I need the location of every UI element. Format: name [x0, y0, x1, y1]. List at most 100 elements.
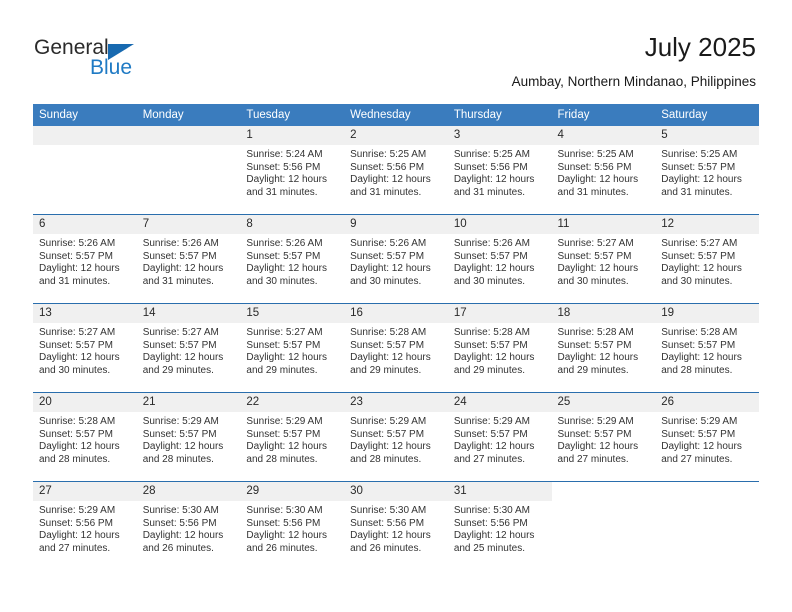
day-info: Sunrise: 5:28 AM Sunset: 5:57 PM Daylight:…: [33, 412, 137, 466]
daylight-text-line2: and 29 minutes.: [246, 364, 318, 376]
day-cell-25: 25 Sunrise: 5:29 AM Sunset: 5:57 PM Dayligh…: [551, 393, 656, 481]
sunset-text: Sunset: 5:57 PM: [142, 339, 217, 351]
calendar-cell[interactable]: 9 Sunrise: 5:26 AM Sunset: 5:57 PM Daylight…: [344, 215, 448, 304]
calendar-cell[interactable]: 19 Sunrise: 5:28 AM Sunset: 5:57 PM Dayligh…: [655, 304, 759, 393]
calendar-cell[interactable]: 10 Sunrise: 5:26 AM Sunset: 5:57 PM Dayligh…: [447, 215, 552, 304]
sunrise-text: Sunrise: 5:30 AM: [246, 505, 323, 516]
calendar-cell[interactable]: 31 Sunrise: 5:30 AM Sunset: 5:56 PM Dayligh…: [447, 482, 552, 571]
calendar-cell[interactable]: 26 Sunrise: 5:29 AM Sunset: 5:57 PM Dayligh…: [655, 393, 759, 482]
daylight-text-line1: Daylight: 12 hours: [142, 441, 224, 453]
calendar-body: 1 Sunrise: 5:24 AM Sunset: 5:56 PM Daylight…: [33, 126, 759, 570]
daylight-text-line1: Daylight: 12 hours: [39, 530, 120, 542]
calendar-cell[interactable]: [552, 482, 656, 571]
day-number: 29: [240, 482, 345, 501]
daylight-text-line2: and 31 minutes.: [557, 186, 629, 198]
day-cell-21: 21 Sunrise: 5:29 AM Sunset: 5:57 PM Dayligh…: [136, 393, 241, 481]
calendar-cell[interactable]: 1 Sunrise: 5:24 AM Sunset: 5:56 PM Daylight…: [240, 126, 345, 215]
calendar-cell[interactable]: 16 Sunrise: 5:28 AM Sunset: 5:57 PM Dayligh…: [344, 304, 448, 393]
calendar-cell[interactable]: 25 Sunrise: 5:29 AM Sunset: 5:57 PM Dayligh…: [551, 393, 656, 482]
calendar-cell[interactable]: 20 Sunrise: 5:28 AM Sunset: 5:57 PM Dayligh…: [33, 393, 137, 482]
day-number: 10: [447, 215, 552, 234]
day-info: Sunrise: 5:26 AM Sunset: 5:57 PM Daylight:…: [137, 234, 241, 288]
daylight-text-line2: and 29 minutes.: [557, 364, 629, 376]
calendar-cell[interactable]: 14 Sunrise: 5:27 AM Sunset: 5:57 PM Dayligh…: [136, 304, 241, 393]
sunset-text: Sunset: 5:57 PM: [142, 428, 217, 440]
day-number: 31: [447, 482, 552, 501]
calendar-cell[interactable]: 18 Sunrise: 5:28 AM Sunset: 5:57 PM Dayligh…: [551, 304, 656, 393]
day-number: 12: [655, 215, 759, 234]
day-cell-13: 13 Sunrise: 5:27 AM Sunset: 5:57 PM Dayligh…: [33, 304, 137, 392]
daylight-text-line2: and 31 minutes.: [350, 186, 422, 198]
calendar-cell[interactable]: 17 Sunrise: 5:28 AM Sunset: 5:57 PM Dayligh…: [447, 304, 552, 393]
sunset-text: Sunset: 5:57 PM: [350, 250, 425, 262]
calendar-cell[interactable]: 21 Sunrise: 5:29 AM Sunset: 5:57 PM Dayligh…: [136, 393, 241, 482]
daylight-text-line1: Daylight: 12 hours: [350, 352, 431, 364]
calendar-week-row: 27 Sunrise: 5:29 AM Sunset: 5:56 PM Dayligh…: [33, 481, 759, 571]
calendar-cell[interactable]: 15 Sunrise: 5:27 AM Sunset: 5:57 PM Dayligh…: [240, 304, 345, 393]
daylight-text-line2: and 27 minutes.: [39, 542, 111, 554]
daylight-text-line1: Daylight: 12 hours: [661, 174, 742, 186]
day-info: Sunrise: 5:30 AM Sunset: 5:56 PM Daylight:…: [240, 501, 344, 555]
daylight-text-line2: and 27 minutes.: [453, 453, 525, 465]
calendar-cell[interactable]: 27 Sunrise: 5:29 AM Sunset: 5:56 PM Dayligh…: [33, 482, 137, 571]
calendar-cell[interactable]: 3 Sunrise: 5:25 AM Sunset: 5:56 PM Daylight…: [447, 126, 552, 215]
day-number: 6: [33, 215, 137, 234]
calendar-header-row: Sunday Monday Tuesday Wednesday Thursday…: [33, 104, 759, 126]
day-info: Sunrise: 5:26 AM Sunset: 5:57 PM Daylight:…: [344, 234, 448, 288]
day-cell-3: 3 Sunrise: 5:25 AM Sunset: 5:56 PM Daylight…: [447, 126, 552, 214]
calendar-cell[interactable]: 4 Sunrise: 5:25 AM Sunset: 5:56 PM Daylight…: [551, 126, 656, 215]
calendar-cell[interactable]: [33, 126, 137, 215]
daylight-text-line2: and 27 minutes.: [557, 453, 629, 465]
day-number: 2: [344, 126, 448, 145]
daylight-text-line1: Daylight: 12 hours: [557, 174, 639, 186]
calendar-cell[interactable]: 23 Sunrise: 5:29 AM Sunset: 5:57 PM Dayligh…: [344, 393, 448, 482]
day-number: [33, 126, 137, 145]
sunset-text: Sunset: 5:57 PM: [661, 161, 736, 173]
day-info: Sunrise: 5:28 AM Sunset: 5:57 PM Daylight:…: [655, 323, 759, 377]
calendar-cell[interactable]: 5 Sunrise: 5:25 AM Sunset: 5:57 PM Daylight…: [655, 126, 759, 215]
daylight-text-line1: Daylight: 12 hours: [350, 530, 431, 542]
daylight-text-line2: and 25 minutes.: [453, 542, 525, 554]
day-number: 28: [136, 482, 241, 501]
sunrise-text: Sunrise: 5:27 AM: [557, 238, 634, 249]
calendar-cell[interactable]: 28 Sunrise: 5:30 AM Sunset: 5:56 PM Dayligh…: [136, 482, 241, 571]
weekday-header-friday: Friday: [551, 104, 656, 126]
daylight-text-line2: and 31 minutes.: [246, 186, 318, 198]
day-number: 23: [344, 393, 448, 412]
calendar-cell[interactable]: 6 Sunrise: 5:26 AM Sunset: 5:57 PM Daylight…: [33, 215, 137, 304]
sunset-text: Sunset: 5:56 PM: [246, 161, 321, 173]
daylight-text-line1: Daylight: 12 hours: [246, 530, 328, 542]
general-blue-logo[interactable]: General Blue: [34, 36, 174, 86]
sunset-text: Sunset: 5:56 PM: [350, 517, 425, 529]
day-info: Sunrise: 5:29 AM Sunset: 5:57 PM Daylight:…: [137, 412, 241, 466]
calendar-cell[interactable]: 29 Sunrise: 5:30 AM Sunset: 5:56 PM Dayligh…: [240, 482, 345, 571]
daylight-text-line2: and 26 minutes.: [350, 542, 422, 554]
day-info: Sunrise: 5:29 AM Sunset: 5:56 PM Daylight:…: [33, 501, 137, 555]
daylight-text-line1: Daylight: 12 hours: [39, 441, 120, 453]
sunset-text: Sunset: 5:56 PM: [246, 517, 321, 529]
calendar-cell[interactable]: 30 Sunrise: 5:30 AM Sunset: 5:56 PM Dayligh…: [344, 482, 448, 571]
sunset-text: Sunset: 5:57 PM: [350, 339, 425, 351]
calendar-cell[interactable]: [655, 482, 759, 571]
sunrise-text: Sunrise: 5:28 AM: [557, 327, 634, 338]
calendar-week-row: 6 Sunrise: 5:26 AM Sunset: 5:57 PM Daylight…: [33, 214, 759, 304]
day-number: 18: [551, 304, 656, 323]
calendar-cell[interactable]: 7 Sunrise: 5:26 AM Sunset: 5:57 PM Daylight…: [136, 215, 241, 304]
sunset-text: Sunset: 5:56 PM: [453, 517, 528, 529]
daylight-text-line2: and 28 minutes.: [350, 453, 422, 465]
sunset-text: Sunset: 5:56 PM: [39, 517, 113, 529]
calendar-cell[interactable]: 2 Sunrise: 5:25 AM Sunset: 5:56 PM Daylight…: [344, 126, 448, 215]
calendar-cell[interactable]: 22 Sunrise: 5:29 AM Sunset: 5:57 PM Dayligh…: [240, 393, 345, 482]
calendar-cell[interactable]: 8 Sunrise: 5:26 AM Sunset: 5:57 PM Daylight…: [240, 215, 345, 304]
calendar-cell[interactable]: 24 Sunrise: 5:29 AM Sunset: 5:57 PM Dayligh…: [447, 393, 552, 482]
daylight-text-line1: Daylight: 12 hours: [661, 263, 742, 275]
calendar-cell[interactable]: [136, 126, 241, 215]
calendar-cell[interactable]: 13 Sunrise: 5:27 AM Sunset: 5:57 PM Dayligh…: [33, 304, 137, 393]
calendar-cell[interactable]: 12 Sunrise: 5:27 AM Sunset: 5:57 PM Dayligh…: [655, 215, 759, 304]
day-cell-15: 15 Sunrise: 5:27 AM Sunset: 5:57 PM Dayligh…: [240, 304, 345, 392]
daylight-text-line2: and 26 minutes.: [246, 542, 318, 554]
weekday-header-wednesday: Wednesday: [344, 104, 448, 126]
calendar-cell[interactable]: 11 Sunrise: 5:27 AM Sunset: 5:57 PM Dayligh…: [551, 215, 656, 304]
day-info: Sunrise: 5:28 AM Sunset: 5:57 PM Daylight:…: [448, 323, 552, 377]
day-info: Sunrise: 5:27 AM Sunset: 5:57 PM Daylight:…: [240, 323, 344, 377]
